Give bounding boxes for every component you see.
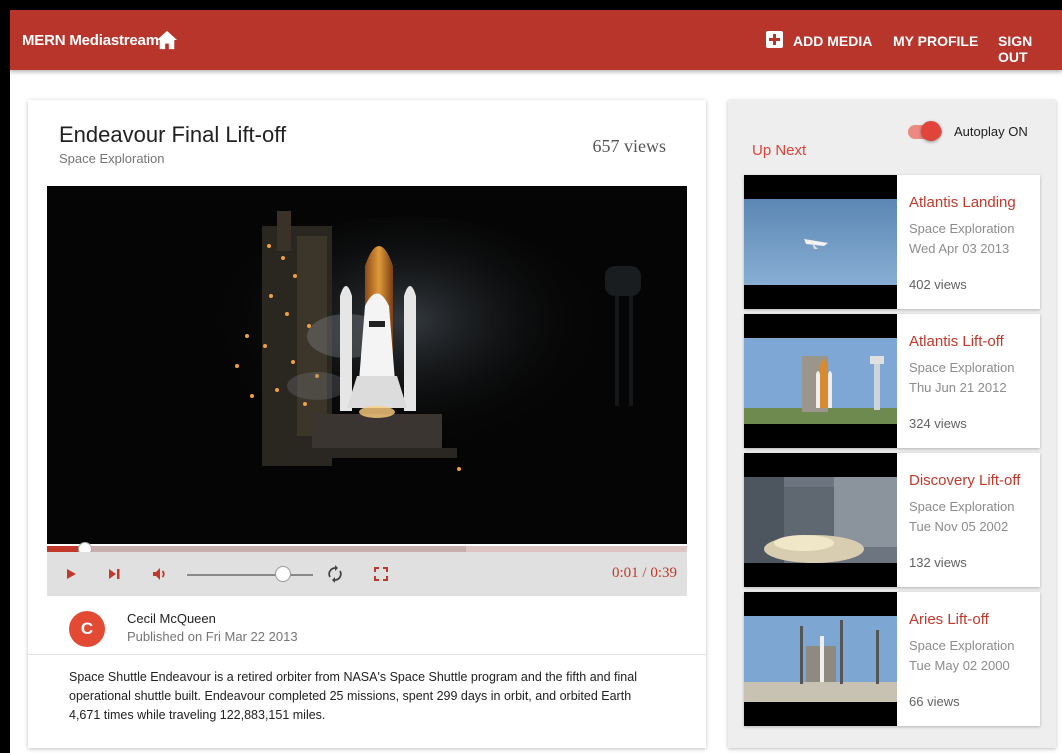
- window-border-top: [0, 0, 1062, 10]
- item-date: Wed Apr 03 2013: [909, 241, 1010, 256]
- home-icon[interactable]: [156, 30, 178, 50]
- skip-next-icon[interactable]: [104, 564, 124, 584]
- playback-time: 0:01 / 0:39: [611, 565, 677, 581]
- thumbnail[interactable]: [744, 314, 897, 448]
- thumbnail[interactable]: [744, 453, 897, 587]
- window-border-left: [0, 0, 10, 753]
- player-controls: 0:01 / 0:39: [47, 552, 687, 596]
- item-genre: Space Exploration: [909, 499, 1015, 514]
- video-screen[interactable]: [47, 186, 687, 544]
- list-item[interactable]: Aries Lift-off Space Exploration Tue May…: [744, 592, 1040, 726]
- media-description: Space Shuttle Endeavour is a retired orb…: [69, 670, 637, 722]
- thumbnail-discovery-liftoff: [744, 477, 897, 563]
- autoplay-toggle-thumb[interactable]: [921, 121, 941, 141]
- item-title[interactable]: Discovery Lift-off: [909, 472, 1020, 489]
- loop-icon[interactable]: [325, 564, 345, 584]
- volume-icon[interactable]: [150, 564, 170, 584]
- media-title: Endeavour Final Lift-off: [59, 122, 287, 147]
- app-bar: MERN Mediastream ADD MEDIA MY PROFILE SI…: [10, 10, 1062, 70]
- autoplay-label: Autoplay ON: [954, 124, 1028, 139]
- item-date: Tue Nov 05 2002: [909, 519, 1009, 534]
- author-name[interactable]: Cecil McQueen: [127, 611, 216, 626]
- fullscreen-icon[interactable]: [371, 564, 391, 584]
- up-next-panel: Up Next Autoplay ON Atlantis Landing Spa…: [728, 100, 1056, 748]
- thumbnail-aries-liftoff: [744, 616, 897, 702]
- author-row: C Cecil McQueen Published on Fri Mar 22 …: [28, 598, 706, 655]
- avatar[interactable]: C: [69, 611, 105, 647]
- item-views: 66 views: [909, 694, 960, 709]
- sign-out-button[interactable]: SIGN OUT: [998, 33, 1062, 65]
- play-icon[interactable]: [61, 564, 81, 584]
- add-box-icon[interactable]: [766, 31, 783, 48]
- item-genre: Space Exploration: [909, 360, 1015, 375]
- item-date: Thu Jun 21 2012: [909, 380, 1007, 395]
- item-title[interactable]: Atlantis Landing: [909, 194, 1016, 211]
- media-views: 657 views: [592, 136, 667, 156]
- up-next-heading: Up Next: [752, 142, 807, 159]
- app-title[interactable]: MERN Mediastream: [22, 32, 159, 49]
- media-genre: Space Exploration: [59, 151, 165, 166]
- list-item[interactable]: Atlantis Lift-off Space Exploration Thu …: [744, 314, 1040, 448]
- item-genre: Space Exploration: [909, 221, 1015, 236]
- item-title[interactable]: Aries Lift-off: [909, 611, 989, 628]
- my-profile-button[interactable]: MY PROFILE: [893, 33, 978, 49]
- media-card: Endeavour Final Lift-off Space Explorati…: [28, 100, 706, 748]
- video-player: 0:01 / 0:39: [47, 186, 687, 596]
- published-date: Published on Fri Mar 22 2013: [127, 629, 298, 644]
- item-views: 132 views: [909, 555, 967, 570]
- item-genre: Space Exploration: [909, 638, 1015, 653]
- volume-slider[interactable]: [187, 574, 313, 576]
- item-title[interactable]: Atlantis Lift-off: [909, 333, 1004, 350]
- thumbnail[interactable]: [744, 175, 897, 309]
- video-frame-shuttle-launch: [47, 186, 687, 544]
- list-item[interactable]: Atlantis Landing Space Exploration Wed A…: [744, 175, 1040, 309]
- thumbnail-atlantis-landing: [744, 199, 897, 285]
- thumbnail[interactable]: [744, 592, 897, 726]
- thumbnail-atlantis-liftoff: [744, 338, 897, 424]
- volume-handle[interactable]: [275, 566, 291, 582]
- list-item[interactable]: Discovery Lift-off Space Exploration Tue…: [744, 453, 1040, 587]
- add-media-button[interactable]: ADD MEDIA: [793, 33, 872, 49]
- item-views: 324 views: [909, 416, 967, 431]
- item-date: Tue May 02 2000: [909, 658, 1010, 673]
- item-views: 402 views: [909, 277, 967, 292]
